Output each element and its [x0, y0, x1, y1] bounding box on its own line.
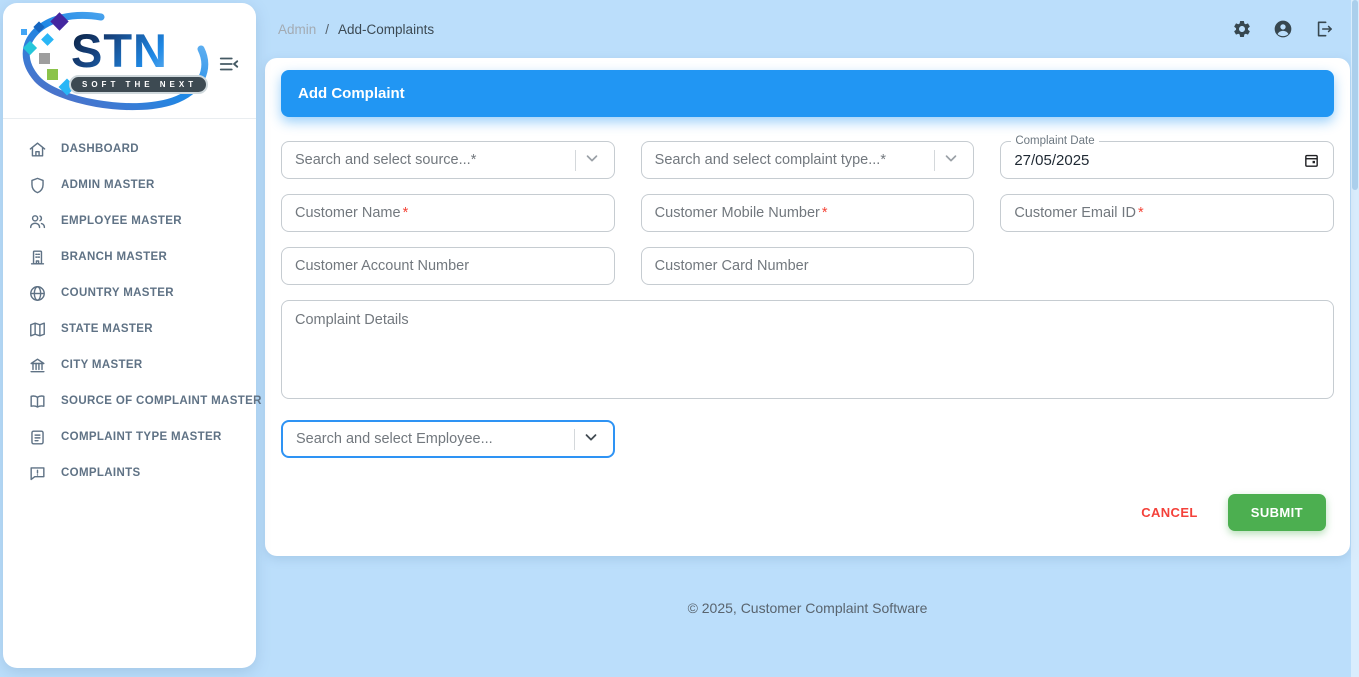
app-viewport: STN SOFT THE NEXT DASHBOARD ADMIN MA [0, 0, 1359, 677]
sidebar-item-label: EMPLOYEE MASTER [61, 215, 182, 227]
breadcrumb-section[interactable]: Admin [278, 22, 316, 37]
globe-icon [28, 284, 47, 303]
breadcrumb: Admin / Add-Complaints [278, 22, 434, 37]
card-title-banner: Add Complaint [281, 70, 1334, 117]
logo-text: STN [71, 23, 168, 78]
select-divider [934, 150, 935, 171]
complaint-type-select-placeholder: Search and select complaint type...* [655, 152, 886, 168]
chevron-down-icon[interactable] [582, 428, 600, 450]
complaint-date-field[interactable]: Complaint Date 27/05/2025 [1000, 141, 1334, 179]
home-icon [28, 140, 47, 159]
shield-icon [28, 176, 47, 195]
employee-select[interactable]: Search and select Employee... [281, 420, 615, 458]
customer-card-input[interactable] [641, 247, 975, 285]
chevron-down-icon[interactable] [942, 149, 960, 171]
topbar-actions [1232, 19, 1334, 39]
breadcrumb-current: Add-Complaints [338, 22, 434, 37]
complaint-date-label: Complaint Date [1011, 135, 1098, 147]
menu-collapse-icon[interactable] [218, 53, 240, 80]
chevron-down-icon[interactable] [583, 149, 601, 171]
complaint-date-value[interactable]: 27/05/2025 [1014, 152, 1089, 169]
topbar: Admin / Add-Complaints [265, 0, 1350, 58]
grid-spacer [1000, 247, 1334, 285]
customer-mobile-placeholder: Customer Mobile Number [655, 205, 820, 221]
customer-name-placeholder: Customer Name [295, 205, 401, 221]
settings-icon[interactable] [1232, 19, 1252, 39]
logo-tagline: SOFT THE NEXT [69, 75, 208, 94]
logo-square [47, 69, 58, 80]
complaint-form: Search and select source...* Search and … [281, 141, 1334, 458]
bank-icon [28, 356, 47, 375]
sidebar-item-label: DASHBOARD [61, 143, 139, 155]
select-divider [574, 429, 575, 450]
logout-icon[interactable] [1314, 19, 1334, 39]
page-scrollbar[interactable] [1351, 0, 1359, 677]
calendar-icon[interactable] [1303, 152, 1320, 169]
required-asterisk: * [822, 205, 828, 221]
sidebar-item-label: CITY MASTER [61, 359, 143, 371]
required-asterisk: * [403, 205, 409, 221]
document-list-icon [28, 428, 47, 447]
sidebar: STN SOFT THE NEXT DASHBOARD ADMIN MA [3, 3, 256, 668]
customer-name-field[interactable]: Customer Name * [281, 194, 615, 232]
customer-account-input[interactable] [281, 247, 615, 285]
customer-mobile-field[interactable]: Customer Mobile Number * [641, 194, 975, 232]
add-complaint-card: Add Complaint Search and select source..… [265, 58, 1350, 556]
sidebar-item-label: COUNTRY MASTER [61, 287, 174, 299]
breadcrumb-separator: / [325, 22, 329, 37]
form-actions: CANCEL SUBMIT [281, 494, 1334, 531]
sidebar-item-label: STATE MASTER [61, 323, 153, 335]
submit-button[interactable]: SUBMIT [1228, 494, 1326, 531]
customer-email-placeholder: Customer Email ID [1014, 205, 1136, 221]
cancel-button[interactable]: CANCEL [1141, 505, 1198, 520]
customer-email-field[interactable]: Customer Email ID * [1000, 194, 1334, 232]
people-icon [28, 212, 47, 231]
stn-logo: STN SOFT THE NEXT [13, 11, 213, 111]
complaint-details-textarea[interactable] [281, 300, 1334, 399]
sidebar-item-dashboard[interactable]: DASHBOARD [3, 131, 256, 167]
source-select[interactable]: Search and select source...* [281, 141, 615, 179]
sidebar-item-label: SOURCE OF COMPLAINT MASTER [61, 395, 262, 407]
logo-square [39, 53, 50, 64]
sidebar-item-label: COMPLAINT TYPE MASTER [61, 431, 222, 443]
logo-square [21, 29, 27, 35]
required-asterisk: * [1138, 205, 1144, 221]
building-icon [28, 248, 47, 267]
open-book-icon [28, 392, 47, 411]
sidebar-nav: DASHBOARD ADMIN MASTER EMPLOYEE MASTER B… [3, 119, 256, 491]
sidebar-item-employee-master[interactable]: EMPLOYEE MASTER [3, 203, 256, 239]
sidebar-item-source-of-complaint-master[interactable]: SOURCE OF COMPLAINT MASTER [3, 383, 256, 419]
employee-select-placeholder: Search and select Employee... [296, 431, 493, 447]
sidebar-item-label: COMPLAINTS [61, 467, 141, 479]
account-icon[interactable] [1273, 19, 1293, 39]
chat-alert-icon [28, 464, 47, 483]
footer-text: © 2025, Customer Complaint Software [265, 600, 1350, 616]
sidebar-item-branch-master[interactable]: BRANCH MASTER [3, 239, 256, 275]
source-select-placeholder: Search and select source...* [295, 152, 476, 168]
sidebar-item-country-master[interactable]: COUNTRY MASTER [3, 275, 256, 311]
scrollbar-thumb[interactable] [1352, 0, 1358, 190]
sidebar-item-city-master[interactable]: CITY MASTER [3, 347, 256, 383]
sidebar-item-admin-master[interactable]: ADMIN MASTER [3, 167, 256, 203]
complaint-type-select[interactable]: Search and select complaint type...* [641, 141, 975, 179]
logo-area: STN SOFT THE NEXT [3, 3, 256, 119]
select-divider [575, 150, 576, 171]
sidebar-item-label: BRANCH MASTER [61, 251, 167, 263]
sidebar-item-complaints[interactable]: COMPLAINTS [3, 455, 256, 491]
sidebar-item-state-master[interactable]: STATE MASTER [3, 311, 256, 347]
sidebar-item-label: ADMIN MASTER [61, 179, 155, 191]
page-title: Add Complaint [298, 85, 405, 102]
sidebar-item-complaint-type-master[interactable]: COMPLAINT TYPE MASTER [3, 419, 256, 455]
map-icon [28, 320, 47, 339]
main-area: Admin / Add-Complaints Add Complaint [256, 0, 1359, 677]
